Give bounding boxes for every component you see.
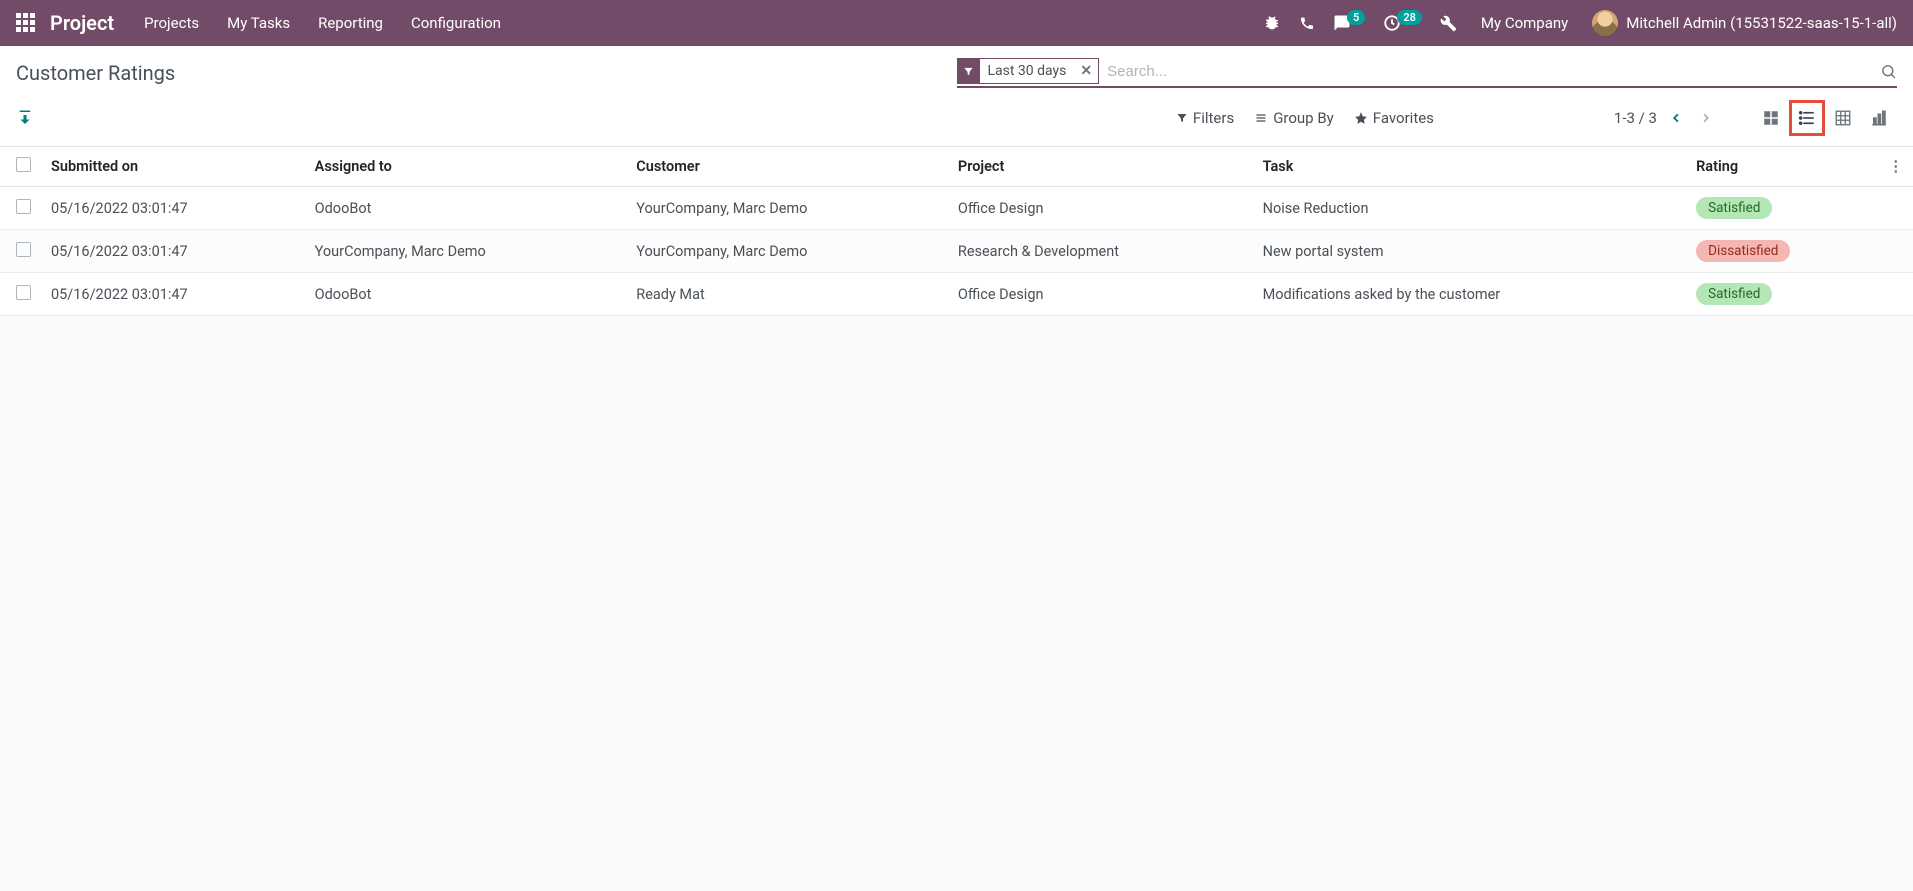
search-bar: Last 30 days ✕ <box>957 58 1898 88</box>
cell-customer: YourCompany, Marc Demo <box>626 187 948 230</box>
cell-task: Modifications asked by the customer <box>1253 273 1686 316</box>
list-view-icon[interactable] <box>1789 100 1825 136</box>
company-selector[interactable]: My Company <box>1481 14 1568 32</box>
user-menu[interactable]: Mitchell Admin (15531522-saas-15-1-all) <box>1592 10 1897 36</box>
cell-rating: Dissatisfied <box>1686 230 1878 273</box>
nav-my-tasks[interactable]: My Tasks <box>227 14 290 32</box>
table-row[interactable]: 05/16/2022 03:01:47OdooBotReady MatOffic… <box>0 273 1913 316</box>
avatar-icon <box>1592 10 1618 36</box>
tools-icon[interactable] <box>1440 15 1457 32</box>
top-navbar: Project Projects My Tasks Reporting Conf… <box>0 0 1913 46</box>
filters-label: Filters <box>1193 109 1234 127</box>
cell-assigned: OdooBot <box>305 273 627 316</box>
pager-text: 1-3 / 3 <box>1614 109 1657 127</box>
col-customer[interactable]: Customer <box>626 147 948 187</box>
rating-badge: Satisfied <box>1696 283 1772 305</box>
pager-prev-icon[interactable] <box>1667 107 1686 129</box>
col-rating[interactable]: Rating <box>1686 147 1878 187</box>
messages-icon[interactable]: 5 <box>1333 14 1365 32</box>
col-task[interactable]: Task <box>1253 147 1686 187</box>
nav-projects[interactable]: Projects <box>144 14 199 32</box>
pivot-view-icon[interactable] <box>1825 100 1861 136</box>
cell-customer: Ready Mat <box>626 273 948 316</box>
graph-view-icon[interactable] <box>1861 100 1897 136</box>
cell-customer: YourCompany, Marc Demo <box>626 230 948 273</box>
export-button[interactable] <box>16 109 34 127</box>
rating-badge: Dissatisfied <box>1696 240 1790 262</box>
favorites-button[interactable]: Favorites <box>1354 109 1434 127</box>
apps-menu-icon[interactable] <box>16 13 36 33</box>
ratings-table: Submitted on Assigned to Customer Projec… <box>0 147 1913 316</box>
groupby-label: Group By <box>1273 109 1334 127</box>
table-row[interactable]: 05/16/2022 03:01:47OdooBotYourCompany, M… <box>0 187 1913 230</box>
page-title: Customer Ratings <box>16 61 175 85</box>
nav-links: Projects My Tasks Reporting Configuratio… <box>144 14 501 32</box>
messages-badge: 5 <box>1347 10 1365 25</box>
cell-rating: Satisfied <box>1686 273 1878 316</box>
cell-project: Research & Development <box>948 230 1253 273</box>
cell-submitted: 05/16/2022 03:01:47 <box>41 273 305 316</box>
user-name: Mitchell Admin (15531522-saas-15-1-all) <box>1626 14 1897 32</box>
cell-submitted: 05/16/2022 03:01:47 <box>41 230 305 273</box>
cell-task: Noise Reduction <box>1253 187 1686 230</box>
search-facet: Last 30 days ✕ <box>957 58 1100 84</box>
nav-configuration[interactable]: Configuration <box>411 14 501 32</box>
col-assigned[interactable]: Assigned to <box>305 147 627 187</box>
filters-button[interactable]: Filters <box>1176 109 1234 127</box>
pager-next-icon[interactable] <box>1696 107 1715 129</box>
cell-submitted: 05/16/2022 03:01:47 <box>41 187 305 230</box>
cell-rating: Satisfied <box>1686 187 1878 230</box>
filter-icon <box>958 59 980 83</box>
row-checkbox[interactable] <box>16 285 31 300</box>
search-icon[interactable] <box>1880 63 1897 80</box>
row-checkbox[interactable] <box>16 242 31 257</box>
col-project[interactable]: Project <box>948 147 1253 187</box>
cell-project: Office Design <box>948 187 1253 230</box>
facet-label: Last 30 days <box>980 63 1075 79</box>
select-all-checkbox[interactable] <box>16 157 31 172</box>
groupby-button[interactable]: Group By <box>1254 109 1334 127</box>
col-submitted[interactable]: Submitted on <box>41 147 305 187</box>
search-input[interactable] <box>1105 59 1872 84</box>
cell-task: New portal system <box>1253 230 1686 273</box>
facet-remove-icon[interactable]: ✕ <box>1074 63 1098 79</box>
app-brand[interactable]: Project <box>50 11 114 35</box>
activities-icon[interactable]: 28 <box>1383 14 1422 32</box>
nav-reporting[interactable]: Reporting <box>318 14 383 32</box>
table-header-row: Submitted on Assigned to Customer Projec… <box>0 147 1913 187</box>
phone-icon[interactable] <box>1299 15 1315 31</box>
bug-icon[interactable] <box>1263 14 1281 32</box>
kanban-view-icon[interactable] <box>1753 100 1789 136</box>
activities-badge: 28 <box>1397 10 1422 25</box>
rating-badge: Satisfied <box>1696 197 1772 219</box>
navbar-right: 5 28 My Company Mitchell Admin (15531522… <box>1263 10 1897 36</box>
control-panel: Customer Ratings Last 30 days ✕ Filters <box>0 46 1913 147</box>
view-switcher <box>1753 100 1897 136</box>
pager: 1-3 / 3 <box>1614 107 1715 129</box>
cell-assigned: OdooBot <box>305 187 627 230</box>
table-row[interactable]: 05/16/2022 03:01:47YourCompany, Marc Dem… <box>0 230 1913 273</box>
cell-project: Office Design <box>948 273 1253 316</box>
favorites-label: Favorites <box>1373 109 1434 127</box>
column-options-icon[interactable]: ⋮ <box>1879 147 1913 187</box>
row-checkbox[interactable] <box>16 199 31 214</box>
cell-assigned: YourCompany, Marc Demo <box>305 230 627 273</box>
